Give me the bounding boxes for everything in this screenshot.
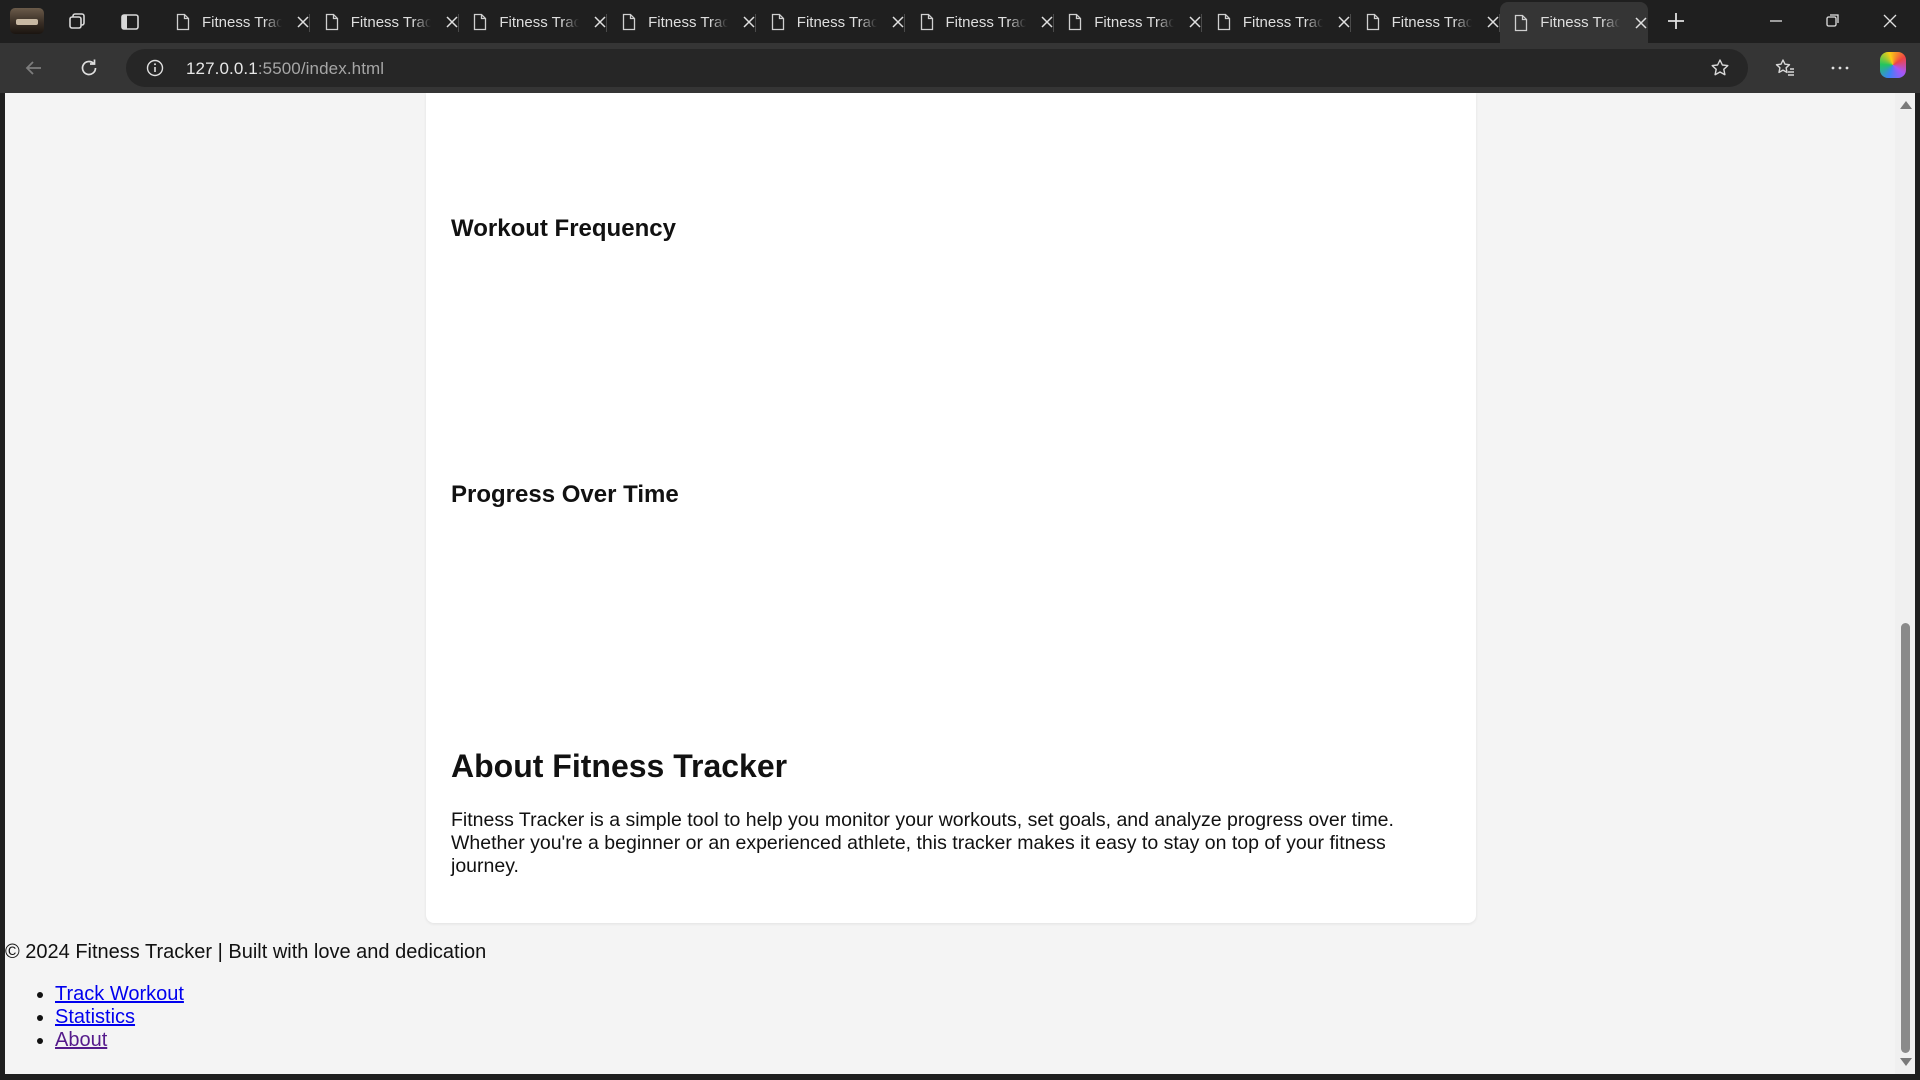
page-icon	[622, 13, 636, 31]
tab-title: Fitness Tracker	[648, 13, 729, 31]
vertical-tabs-icon[interactable]	[119, 11, 141, 33]
close-icon[interactable]	[1634, 16, 1648, 30]
tab-strip: Fitness Tracker Fitness Tracker Fitness Tr…	[0, 0, 1920, 43]
browser-tab[interactable]: Fitness Tracker	[459, 4, 608, 40]
about-heading: About Fitness Tracker	[451, 748, 788, 784]
window-frame	[0, 1074, 1920, 1080]
close-icon[interactable]	[742, 15, 756, 29]
page-icon	[1366, 13, 1379, 31]
tab-title: Fitness Tracker	[945, 13, 1026, 31]
close-icon[interactable]	[296, 15, 310, 29]
restore-icon[interactable]	[1824, 12, 1842, 30]
tab-title: Fitness Tracker	[202, 13, 282, 31]
close-icon[interactable]	[445, 15, 459, 29]
minimize-icon[interactable]	[1767, 12, 1785, 30]
page-icon	[1069, 13, 1082, 31]
page-icon	[325, 13, 338, 31]
about-text: Fitness Tracker is a simple tool to help…	[451, 809, 1394, 877]
url-host: 127.0.0.1	[186, 59, 258, 78]
page-scrollbar[interactable]	[1895, 93, 1915, 1074]
workout-frequency-chart-area	[451, 253, 1451, 453]
url-text: 127.0.0.1:5500/index.html	[186, 59, 384, 79]
footer-nav: Track Workout Statistics About	[5, 983, 184, 1052]
browser-tab[interactable]: Fitness Tracker	[162, 4, 310, 40]
browser-tab[interactable]: Fitness Tracker	[757, 4, 905, 40]
browser-tab[interactable]: Fitness Tracker	[311, 4, 459, 40]
about-link[interactable]: About	[55, 1029, 107, 1051]
page-icon	[771, 13, 784, 31]
favorites-icon[interactable]	[1774, 57, 1796, 79]
browser-tab[interactable]: Fitness Tracker	[1203, 4, 1351, 40]
scroll-up-arrow-icon[interactable]	[1900, 101, 1912, 109]
window-frame	[1915, 93, 1920, 1080]
back-icon[interactable]	[23, 57, 45, 79]
tab-title: Fitness Tracker	[499, 13, 580, 31]
browser-toolbar: 127.0.0.1:5500/index.html	[0, 43, 1920, 93]
page-icon	[176, 13, 190, 31]
track-workout-link[interactable]: Track Workout	[55, 983, 184, 1005]
progress-heading: Progress Over Time	[451, 481, 679, 508]
tab-title: Fitness Tracker	[796, 13, 877, 31]
scroll-down-arrow-icon[interactable]	[1900, 1058, 1912, 1066]
address-bar[interactable]: 127.0.0.1:5500/index.html	[126, 49, 1748, 87]
browser-tab[interactable]: Fitness Tracker	[1352, 4, 1500, 40]
profile-avatar[interactable]	[10, 8, 44, 34]
tab-title: Fitness Tracker	[350, 13, 431, 31]
close-icon[interactable]	[1486, 15, 1500, 29]
copilot-icon[interactable]	[1880, 52, 1906, 78]
refresh-icon[interactable]	[78, 57, 100, 79]
browser-tab[interactable]: Fitness Tracker	[1054, 4, 1203, 40]
browser-tab[interactable]: Fitness Tracker	[1500, 2, 1649, 43]
tab-title: Fitness Tracker	[1391, 13, 1472, 31]
browser-tab[interactable]: Fitness Tracker	[906, 4, 1054, 40]
new-tab-icon[interactable]	[1666, 11, 1686, 31]
footer-copyright: © 2024 Fitness Tracker | Built with love…	[5, 941, 487, 963]
tab-title: Fitness Tracker	[1094, 13, 1175, 31]
workspaces-icon[interactable]	[66, 11, 88, 33]
tab-title: Fitness Tracker	[1540, 14, 1621, 31]
site-info-icon[interactable]	[146, 59, 164, 77]
tab-title: Fitness Tracker	[1242, 13, 1323, 31]
favorite-star-icon[interactable]	[1710, 58, 1730, 78]
browser-tab[interactable]: Fitness Tracker	[608, 4, 757, 40]
close-window-icon[interactable]	[1881, 12, 1899, 30]
page-viewport: Workout Frequency Progress Over Time Abo…	[5, 93, 1895, 1074]
page-icon	[1515, 14, 1528, 31]
url-path: :5500/index.html	[257, 59, 385, 78]
content-card: Workout Frequency Progress Over Time Abo…	[426, 93, 1476, 923]
footer-link-item: About	[55, 1029, 184, 1052]
page-icon	[1217, 13, 1231, 31]
close-icon[interactable]	[593, 15, 607, 29]
page-icon	[474, 13, 487, 31]
more-icon[interactable]	[1829, 57, 1851, 79]
close-icon[interactable]	[1188, 15, 1202, 29]
close-icon[interactable]	[1337, 15, 1351, 29]
footer-link-item: Statistics	[55, 1006, 184, 1029]
close-icon[interactable]	[891, 15, 905, 29]
footer-link-item: Track Workout	[55, 983, 184, 1006]
statistics-link[interactable]: Statistics	[55, 1006, 135, 1028]
page-icon	[920, 13, 933, 31]
scroll-thumb[interactable]	[1901, 623, 1910, 1053]
close-icon[interactable]	[1040, 15, 1054, 29]
workout-frequency-heading: Workout Frequency	[451, 215, 676, 242]
progress-chart-area	[451, 519, 1451, 719]
